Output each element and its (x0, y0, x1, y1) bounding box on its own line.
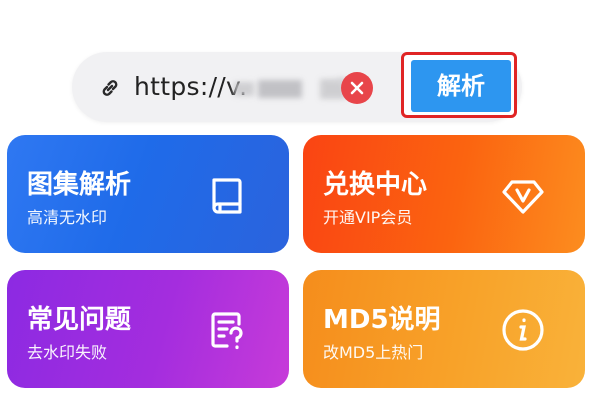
card-title: 常见问题 (27, 305, 132, 335)
vip-diamond-icon (499, 171, 547, 219)
redacted-url-part (234, 82, 254, 96)
book-icon (203, 171, 251, 219)
parse-button[interactable]: 解析 (411, 60, 511, 112)
card-subtitle: 高清无水印 (27, 208, 108, 227)
faq-document-icon (203, 306, 251, 354)
info-icon (499, 306, 547, 354)
card-subtitle: 开通VIP会员 (323, 208, 413, 227)
card-title: MD5说明 (323, 305, 441, 335)
close-icon (350, 81, 364, 95)
card-title: 兑换中心 (323, 170, 428, 200)
card-md5-info[interactable]: MD5说明 改MD5上热门 (303, 270, 585, 388)
clear-input-button[interactable] (341, 72, 373, 104)
card-subtitle: 改MD5上热门 (323, 343, 424, 362)
card-gallery-parse[interactable]: 图集解析 高清无水印 (7, 135, 289, 253)
card-redeem-center[interactable]: 兑换中心 开通VIP会员 (303, 135, 585, 253)
parse-button-highlight: 解析 (401, 52, 517, 118)
card-subtitle: 去水印失败 (27, 343, 108, 362)
card-title: 图集解析 (27, 170, 132, 200)
redacted-url-part (258, 80, 302, 98)
link-icon (98, 76, 122, 100)
card-faq[interactable]: 常见问题 去水印失败 (7, 270, 289, 388)
url-text[interactable]: https://v. (134, 72, 247, 102)
